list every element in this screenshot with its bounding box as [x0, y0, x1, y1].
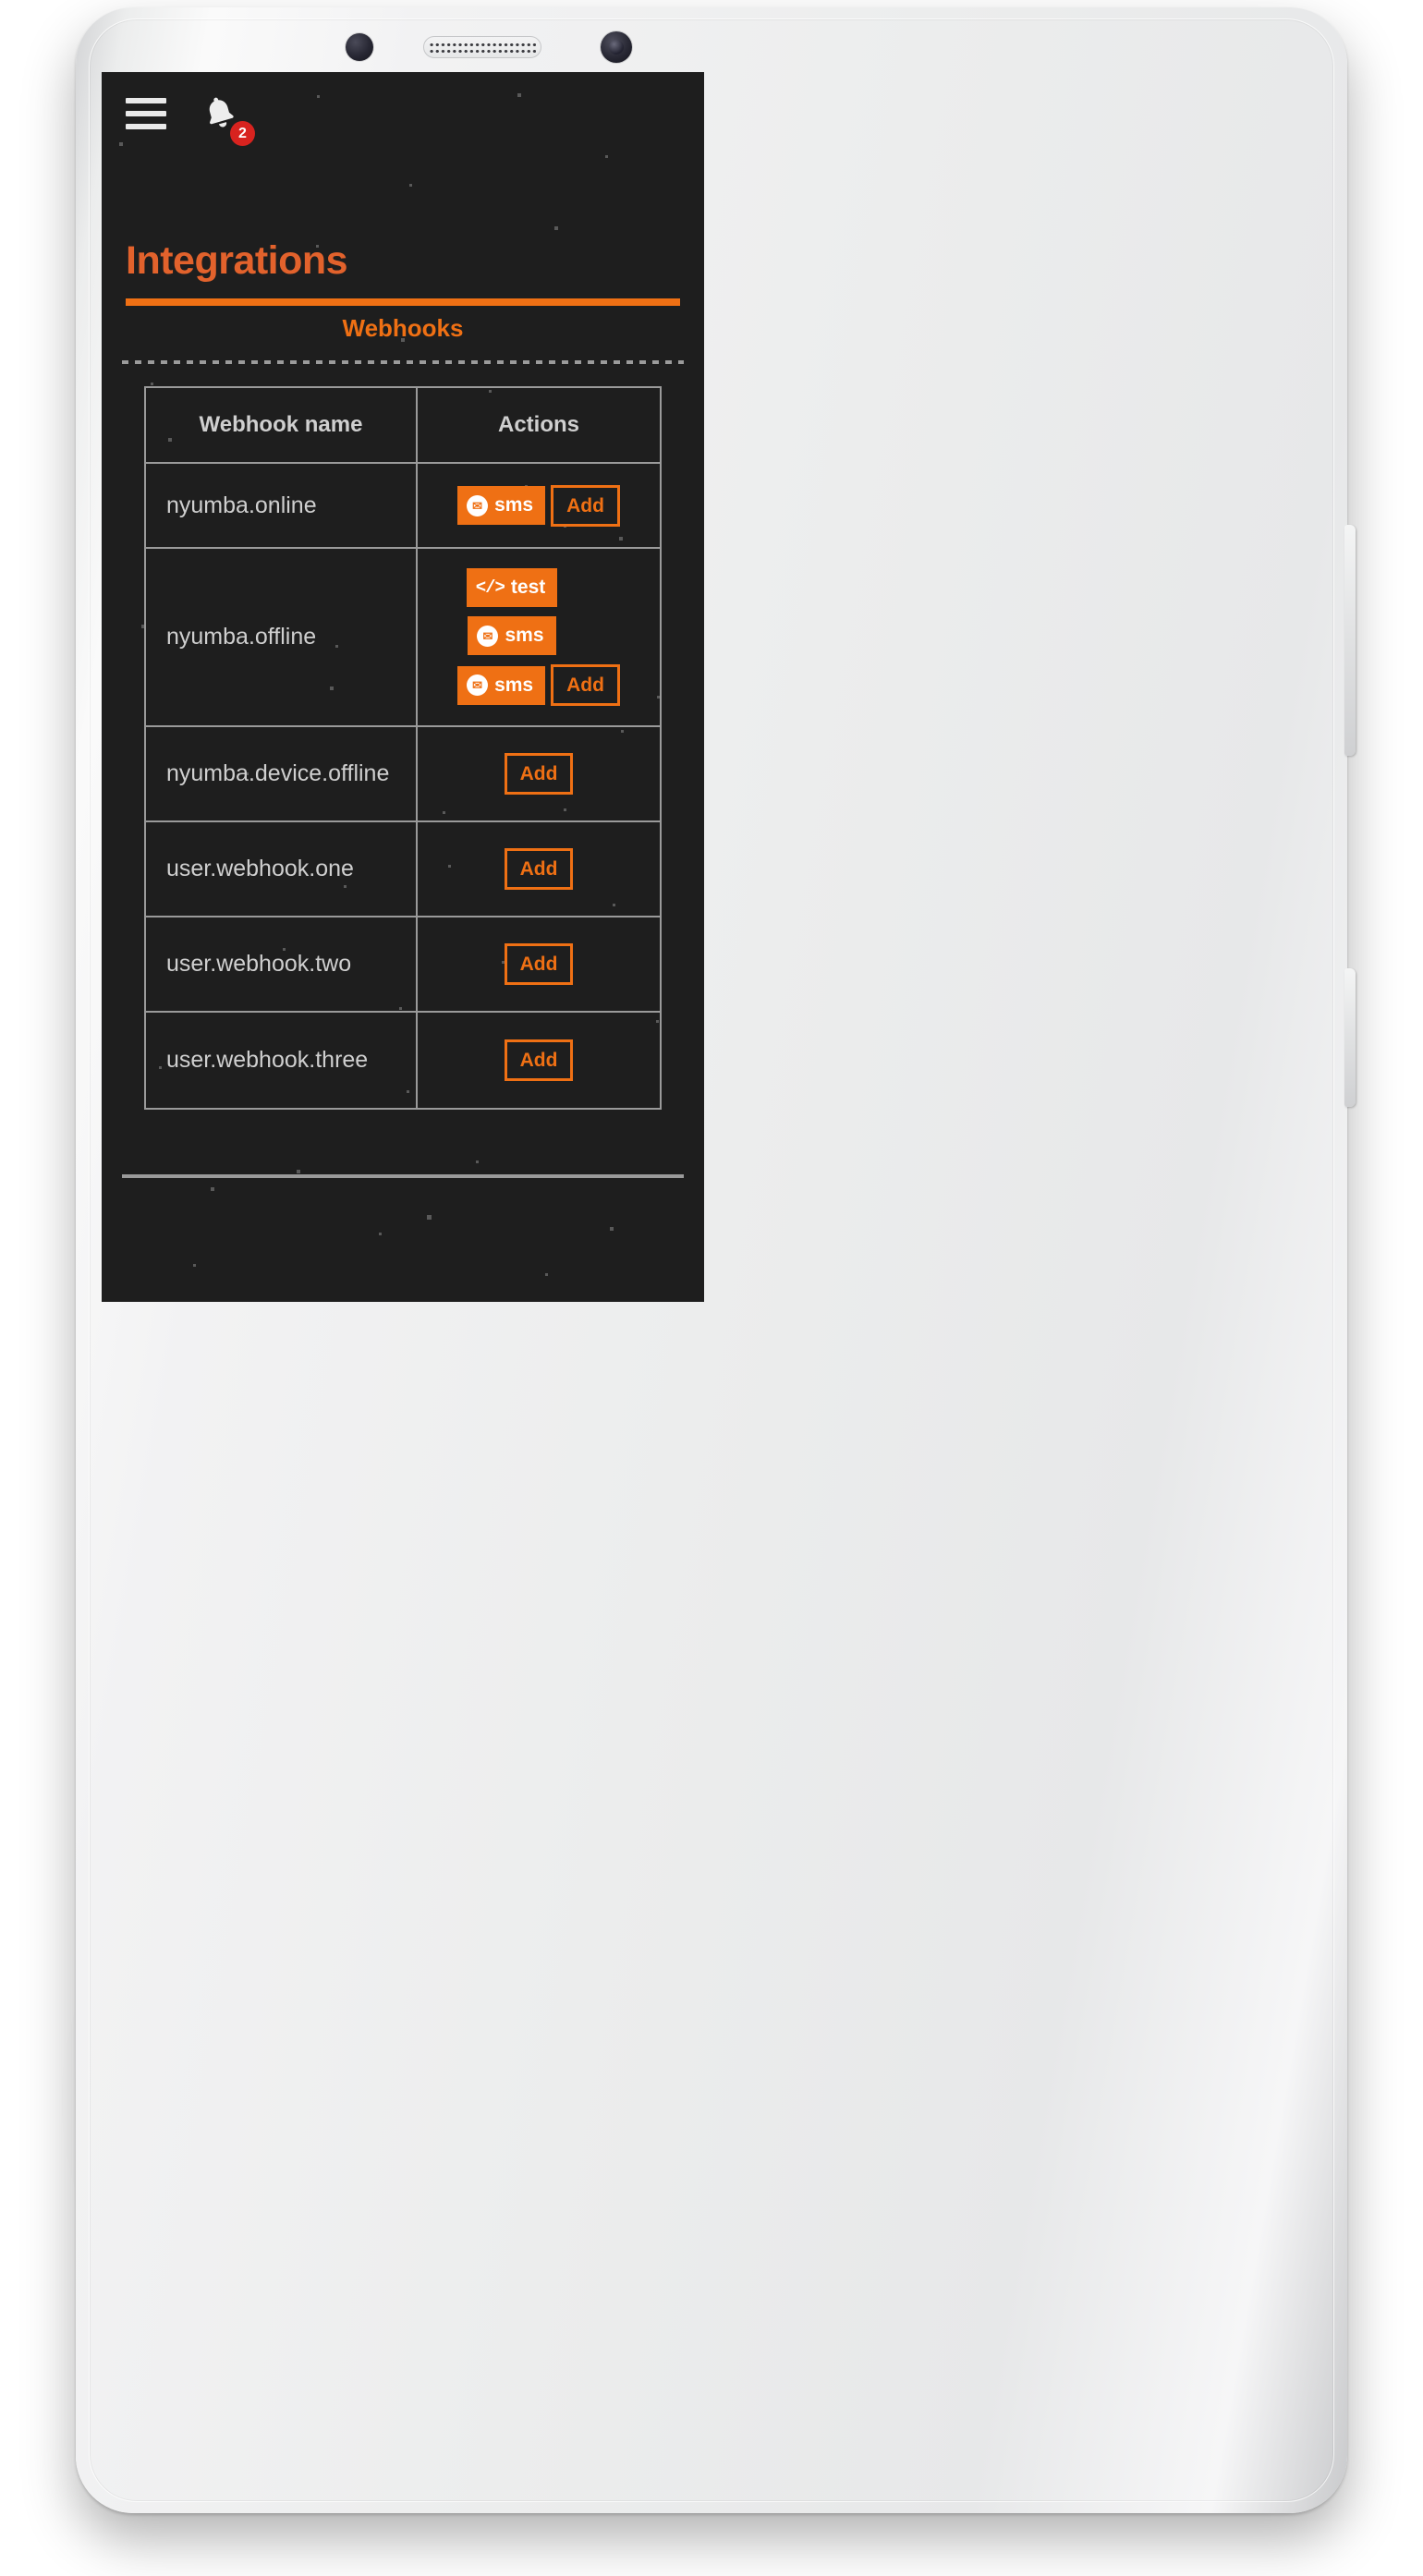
sms-button-label: sms — [505, 625, 544, 646]
action-group: </> test — [466, 568, 558, 607]
add-button[interactable]: Add — [504, 848, 574, 890]
row-actions-cell: Add — [418, 917, 660, 1011]
tab-bar: Webhooks — [102, 314, 704, 343]
table-row: user.webhook.one Add — [146, 822, 660, 917]
bottom-divider — [122, 1174, 684, 1178]
sms-button-label: sms — [494, 494, 534, 516]
header-cell-name: Webhook name — [146, 388, 418, 462]
row-actions-cell: </> test ✉ sms ✉ sms Add — [418, 549, 660, 725]
volume-rocker-button[interactable] — [1344, 525, 1356, 756]
column-header-actions: Actions — [497, 412, 579, 437]
webhook-name: nyumba.offline — [166, 624, 317, 650]
power-button[interactable] — [1344, 968, 1356, 1107]
action-group: Add — [504, 753, 574, 795]
add-button[interactable]: Add — [551, 664, 620, 706]
table-row: user.webhook.three Add — [146, 1013, 660, 1108]
action-group: Add — [504, 943, 574, 985]
table-row: nyumba.offline </> test ✉ sms ✉ sms Add — [146, 549, 660, 727]
speaker-holes — [429, 42, 536, 53]
row-actions-cell: Add — [418, 822, 660, 916]
webhook-name: user.webhook.two — [166, 951, 352, 977]
hamburger-bar-1 — [126, 98, 166, 103]
hamburger-bar-2 — [126, 111, 166, 116]
notification-count-badge: 2 — [230, 121, 255, 146]
camera-lens — [609, 40, 624, 55]
row-actions-cell: ✉ sms Add — [418, 464, 660, 547]
webhook-name: user.webhook.one — [166, 856, 354, 881]
app-bar: 2 — [102, 72, 704, 163]
sms-button[interactable]: ✉ sms — [457, 486, 546, 525]
table-header-row: Webhook name Actions — [146, 388, 660, 464]
envelope-circle-icon: ✉ — [467, 494, 489, 516]
row-actions-cell: Add — [418, 1013, 660, 1108]
add-button[interactable]: Add — [504, 1039, 574, 1081]
row-name-cell: user.webhook.three — [146, 1013, 418, 1108]
sms-button[interactable]: ✉ sms — [457, 665, 546, 705]
page-title: Integrations — [126, 238, 348, 283]
sms-button-label: sms — [494, 674, 534, 696]
action-group: ✉ sms — [468, 616, 556, 655]
tab-webhooks[interactable]: Webhooks — [343, 314, 464, 343]
action-group: ✉ sms Add — [457, 664, 620, 706]
webhook-name: user.webhook.three — [166, 1047, 369, 1073]
hamburger-menu-icon[interactable] — [126, 98, 166, 129]
code-brackets-icon: </> — [475, 577, 505, 598]
table-row: nyumba.device.offline Add — [146, 727, 660, 822]
envelope-circle-icon: ✉ — [467, 674, 489, 696]
front-camera-secondary-icon — [601, 31, 632, 63]
earpiece-speaker-grille — [423, 36, 541, 58]
screenshot-stage: 2 Integrations Webhooks Webhook name Act… — [0, 0, 1423, 2576]
webhook-name: nyumba.online — [166, 492, 317, 518]
test-button[interactable]: </> test — [466, 568, 558, 607]
test-button-label: test — [510, 577, 546, 598]
app-viewport: 2 Integrations Webhooks Webhook name Act… — [102, 72, 704, 1301]
row-name-cell: nyumba.device.offline — [146, 727, 418, 820]
sms-button[interactable]: ✉ sms — [468, 616, 556, 655]
hamburger-bar-3 — [126, 124, 166, 129]
dotted-divider — [122, 360, 684, 364]
action-group: Add — [504, 848, 574, 890]
row-name-cell: nyumba.offline — [146, 549, 418, 725]
header-cell-actions: Actions — [418, 388, 660, 462]
webhook-name: nyumba.device.offline — [166, 760, 390, 786]
row-actions-cell: Add — [418, 727, 660, 820]
add-button[interactable]: Add — [504, 943, 574, 985]
notifications-button[interactable]: 2 — [201, 92, 255, 146]
add-button[interactable]: Add — [551, 484, 620, 527]
column-header-webhook-name: Webhook name — [199, 412, 363, 437]
title-underline-rule — [126, 298, 680, 306]
row-name-cell: user.webhook.one — [146, 822, 418, 916]
webhooks-table: Webhook name Actions nyumba.online ✉ sms… — [144, 386, 662, 1110]
table-row: nyumba.online ✉ sms Add — [146, 464, 660, 549]
row-name-cell: user.webhook.two — [146, 917, 418, 1011]
table-row: user.webhook.two Add — [146, 917, 660, 1013]
envelope-circle-icon: ✉ — [477, 625, 499, 647]
row-name-cell: nyumba.online — [146, 464, 418, 547]
action-group: ✉ sms Add — [457, 484, 620, 527]
phone-screen: 2 Integrations Webhooks Webhook name Act… — [102, 72, 704, 1302]
front-camera-icon — [346, 33, 373, 61]
action-group: Add — [504, 1039, 574, 1081]
add-button[interactable]: Add — [504, 753, 574, 795]
